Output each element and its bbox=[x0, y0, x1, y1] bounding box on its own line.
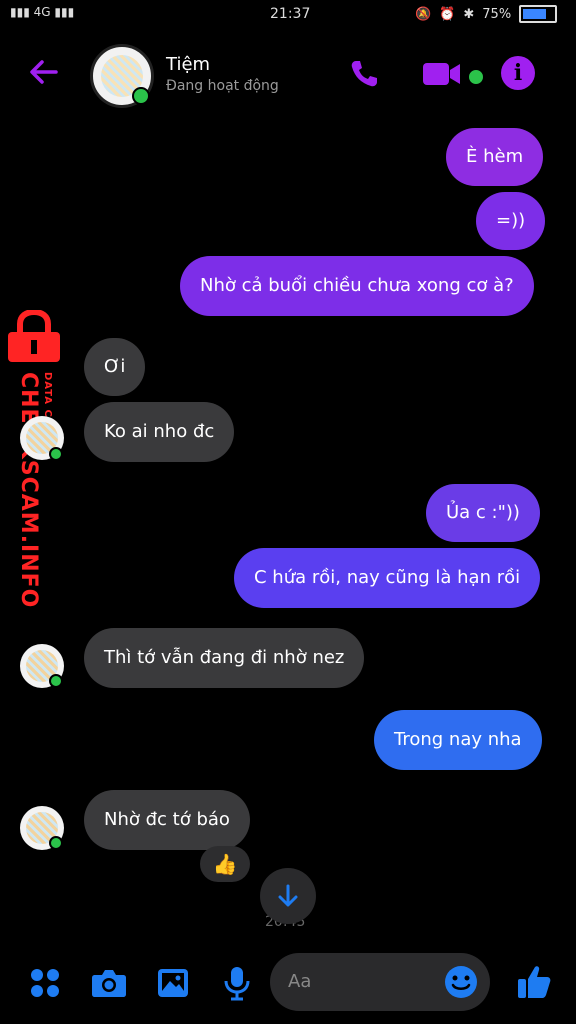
grid-dots-icon bbox=[31, 969, 59, 997]
emoji-button[interactable] bbox=[442, 963, 480, 1001]
message-bubble[interactable]: Nhờ cả buổi chiều chưa xong cơ à? bbox=[180, 256, 534, 316]
smiley-icon bbox=[445, 966, 477, 998]
video-call-button[interactable] bbox=[422, 58, 462, 90]
call-button[interactable] bbox=[346, 56, 382, 92]
scroll-to-bottom-button[interactable] bbox=[260, 868, 316, 924]
arrow-left-icon bbox=[30, 60, 58, 84]
like-button[interactable] bbox=[514, 962, 554, 1002]
reaction-badge[interactable]: 👍 bbox=[200, 846, 250, 882]
camera-button[interactable] bbox=[90, 966, 128, 1000]
mute-icon: 🔕 bbox=[415, 6, 432, 22]
arrow-down-icon bbox=[278, 884, 298, 907]
thumbs-up-reaction: 👍 bbox=[212, 852, 238, 876]
online-indicator bbox=[132, 87, 150, 105]
video-camera-icon bbox=[423, 63, 460, 85]
status-icons: 🔕 ⏰ ✱ 75% bbox=[415, 5, 558, 23]
back-button[interactable] bbox=[28, 56, 60, 88]
message-bubble[interactable]: Trong nay nha bbox=[374, 710, 542, 770]
message-text: Nhờ cả buổi chiều chưa xong cơ à? bbox=[200, 275, 514, 296]
status-bar: ▮▮▮ 4G ▮▮▮ 21:37 🔕 ⏰ ✱ 75% bbox=[0, 0, 576, 30]
battery-fill bbox=[523, 9, 546, 19]
message-input-placeholder: Aa bbox=[288, 971, 312, 992]
message-text: C hứa rồi, nay cũng là hạn rồi bbox=[254, 567, 521, 588]
message-text: Ủa c :")) bbox=[446, 502, 520, 523]
message-text: =)) bbox=[496, 210, 526, 231]
lock-icon bbox=[8, 310, 60, 362]
online-indicator bbox=[49, 674, 63, 688]
bluetooth-icon: ✱ bbox=[463, 6, 475, 22]
microphone-icon bbox=[224, 967, 250, 1001]
watermark-main: CHECKSCAM.INFO bbox=[16, 372, 41, 609]
message-bubble[interactable]: =)) bbox=[476, 192, 546, 250]
info-button[interactable]: i bbox=[501, 56, 535, 90]
message-bubble[interactable]: Ủa c :")) bbox=[426, 484, 540, 542]
message-bubble[interactable]: Ko ai nho đc bbox=[84, 402, 235, 462]
online-indicator bbox=[49, 447, 63, 461]
image-icon bbox=[158, 969, 188, 997]
battery-percent: 75% bbox=[482, 6, 512, 22]
info-icon: i bbox=[513, 60, 523, 86]
camera-icon bbox=[92, 970, 126, 997]
signal-indicator: ▮▮▮ 4G ▮▮▮ bbox=[10, 5, 75, 19]
message-bubble[interactable]: Nhờ đc tớ báo bbox=[84, 790, 250, 850]
phone-icon bbox=[351, 61, 377, 87]
contact-status: Đang hoạt động bbox=[166, 78, 279, 94]
voice-button[interactable] bbox=[220, 964, 254, 1002]
menu-button[interactable] bbox=[28, 966, 62, 1000]
message-text: È hèm bbox=[466, 146, 524, 167]
message-text: Nhờ đc tớ báo bbox=[104, 809, 230, 830]
message-bubble[interactable]: C hứa rồi, nay cũng là hạn rồi bbox=[234, 548, 541, 608]
gallery-button[interactable] bbox=[156, 966, 190, 1000]
alarm-icon: ⏰ bbox=[439, 6, 456, 22]
thumbs-up-icon bbox=[518, 966, 551, 998]
contact-name[interactable]: Tiệm bbox=[166, 54, 210, 75]
message-text: Trong nay nha bbox=[394, 729, 522, 750]
message-text: Thì tớ vẫn đang đi nhờ nez bbox=[104, 647, 345, 668]
message-text: Ko ai nho đc bbox=[104, 421, 215, 442]
clock: 21:37 bbox=[270, 6, 311, 22]
message-text: Ơi bbox=[104, 356, 126, 377]
message-bubble[interactable]: È hèm bbox=[446, 128, 544, 186]
video-online-dot bbox=[467, 68, 485, 86]
message-input[interactable]: Aa bbox=[270, 953, 490, 1011]
message-bubble[interactable]: Ơi bbox=[84, 338, 146, 396]
battery-icon bbox=[519, 5, 558, 23]
online-indicator bbox=[49, 836, 63, 850]
message-bubble[interactable]: Thì tớ vẫn đang đi nhờ nez bbox=[84, 628, 365, 688]
